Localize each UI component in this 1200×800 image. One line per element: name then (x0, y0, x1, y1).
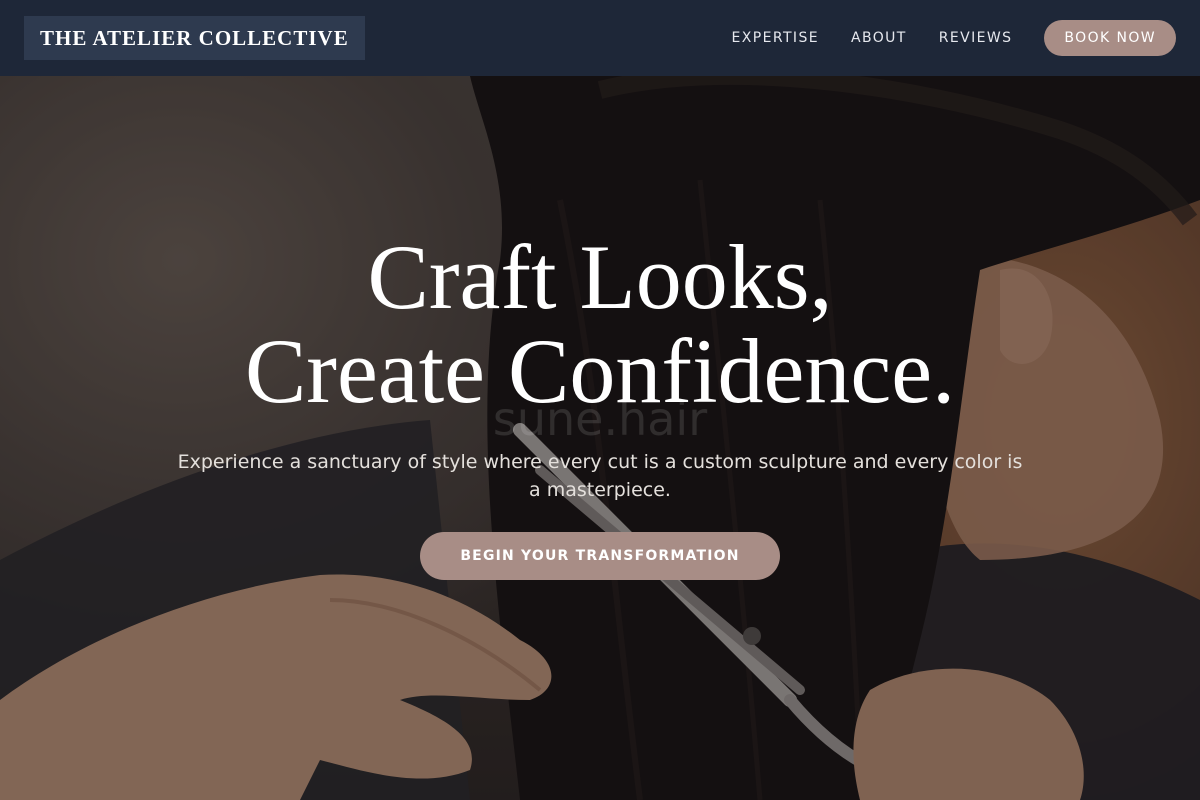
begin-transformation-button[interactable]: BEGIN YOUR TRANSFORMATION (420, 532, 780, 580)
hero-headline-line-2: Create Confidence. (244, 320, 956, 422)
nav-menu: EXPERTISE ABOUT REVIEWS BOOK NOW (732, 20, 1176, 56)
hero-headline-line-1: Craft Looks, (367, 226, 833, 328)
nav-link-expertise[interactable]: EXPERTISE (732, 20, 819, 56)
top-navbar: THE ATELIER COLLECTIVE EXPERTISE ABOUT R… (0, 0, 1200, 76)
book-now-button[interactable]: BOOK NOW (1044, 20, 1176, 56)
hero-content: Craft Looks, Create Confidence. Experien… (0, 230, 1200, 580)
nav-link-about[interactable]: ABOUT (851, 20, 907, 56)
nav-link-reviews[interactable]: REVIEWS (939, 20, 1013, 56)
landing-page: THE ATELIER COLLECTIVE EXPERTISE ABOUT R… (0, 0, 1200, 800)
brand-logo[interactable]: THE ATELIER COLLECTIVE (24, 16, 365, 60)
hero-headline: Craft Looks, Create Confidence. (0, 230, 1200, 418)
hero-subtext: Experience a sanctuary of style where ev… (177, 451, 1023, 501)
